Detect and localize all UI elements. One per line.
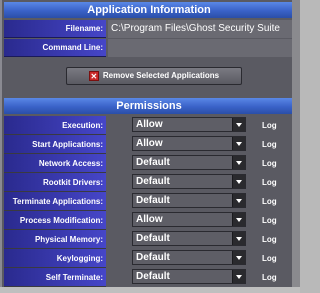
command-line-label: Command Line:: [4, 39, 106, 57]
filename-label: Filename:: [4, 20, 106, 38]
permission-value: Default: [136, 195, 170, 206]
log-link-network-access[interactable]: Log: [262, 154, 277, 173]
main-panel: Application Information Filename: C:\Pro…: [0, 0, 300, 293]
chevron-down-icon[interactable]: [232, 137, 245, 150]
permission-select-start-applications[interactable]: Allow: [132, 136, 246, 151]
remove-selected-applications-button[interactable]: ✕ Remove Selected Applications: [66, 67, 242, 85]
permission-select-keylogging[interactable]: Default: [132, 250, 246, 265]
permission-row-network-access: Network Access: Default Log: [2, 154, 302, 173]
permission-value: Default: [136, 233, 170, 244]
permission-label: Terminate Applications:: [4, 192, 106, 211]
log-link-keylogging[interactable]: Log: [262, 249, 277, 268]
bottom-strip: [0, 287, 300, 293]
permission-label: Start Applications:: [4, 135, 106, 154]
permission-row-start-applications: Start Applications: Allow Log: [2, 135, 302, 154]
permissions-header: Permissions: [4, 98, 294, 114]
log-link-terminate-applications[interactable]: Log: [262, 192, 277, 211]
permission-label: Keylogging:: [4, 249, 106, 268]
remove-icon: ✕: [88, 70, 99, 81]
permission-select-self-terminate[interactable]: Default: [132, 269, 246, 284]
permission-value: Allow: [136, 138, 163, 149]
permission-select-rootkit-drivers[interactable]: Default: [132, 174, 246, 189]
chevron-down-icon[interactable]: [232, 194, 245, 207]
chevron-down-icon[interactable]: [232, 232, 245, 245]
permission-label: Self Terminate:: [4, 268, 106, 287]
log-link-rootkit-drivers[interactable]: Log: [262, 173, 277, 192]
scrollbar-track[interactable]: [292, 0, 300, 293]
permission-value: Allow: [136, 214, 163, 225]
permission-label: Network Access:: [4, 154, 106, 173]
permission-label: Process Modification:: [4, 211, 106, 230]
permission-row-terminate-applications: Terminate Applications: Default Log: [2, 192, 302, 211]
permission-select-network-access[interactable]: Default: [132, 155, 246, 170]
permission-value: Default: [136, 252, 170, 263]
chevron-down-icon[interactable]: [232, 175, 245, 188]
remove-button-label: Remove Selected Applications: [102, 71, 220, 80]
log-link-process-modification[interactable]: Log: [262, 211, 277, 230]
permission-row-execution: Execution: Allow Log: [2, 116, 302, 135]
permission-select-process-modification[interactable]: Allow: [132, 212, 246, 227]
permission-row-physical-memory: Physical Memory: Default Log: [2, 230, 302, 249]
chevron-down-icon[interactable]: [232, 270, 245, 283]
permission-value: Allow: [136, 119, 163, 130]
chevron-down-icon[interactable]: [232, 213, 245, 226]
permission-select-terminate-applications[interactable]: Default: [132, 193, 246, 208]
chevron-down-icon[interactable]: [232, 118, 245, 131]
command-line-value: [108, 39, 294, 57]
permission-select-physical-memory[interactable]: Default: [132, 231, 246, 246]
log-link-physical-memory[interactable]: Log: [262, 230, 277, 249]
permission-label: Execution:: [4, 116, 106, 135]
permission-row-keylogging: Keylogging: Default Log: [2, 249, 302, 268]
log-link-execution[interactable]: Log: [262, 116, 277, 135]
permission-value: Default: [136, 157, 170, 168]
permission-row-process-modification: Process Modification: Allow Log: [2, 211, 302, 230]
chevron-down-icon[interactable]: [232, 251, 245, 264]
permission-value: Default: [136, 176, 170, 187]
chevron-down-icon[interactable]: [232, 156, 245, 169]
log-link-self-terminate[interactable]: Log: [262, 268, 277, 287]
log-link-start-applications[interactable]: Log: [262, 135, 277, 154]
permission-row-self-terminate: Self Terminate: Default Log: [2, 268, 302, 287]
filename-value: C:\Program Files\Ghost Security Suite: [108, 20, 294, 38]
permission-label: Rootkit Drivers:: [4, 173, 106, 192]
permission-select-execution[interactable]: Allow: [132, 117, 246, 132]
permission-row-rootkit-drivers: Rootkit Drivers: Default Log: [2, 173, 302, 192]
application-information-header: Application Information: [4, 2, 294, 18]
permission-label: Physical Memory:: [4, 230, 106, 249]
permission-value: Default: [136, 271, 170, 282]
